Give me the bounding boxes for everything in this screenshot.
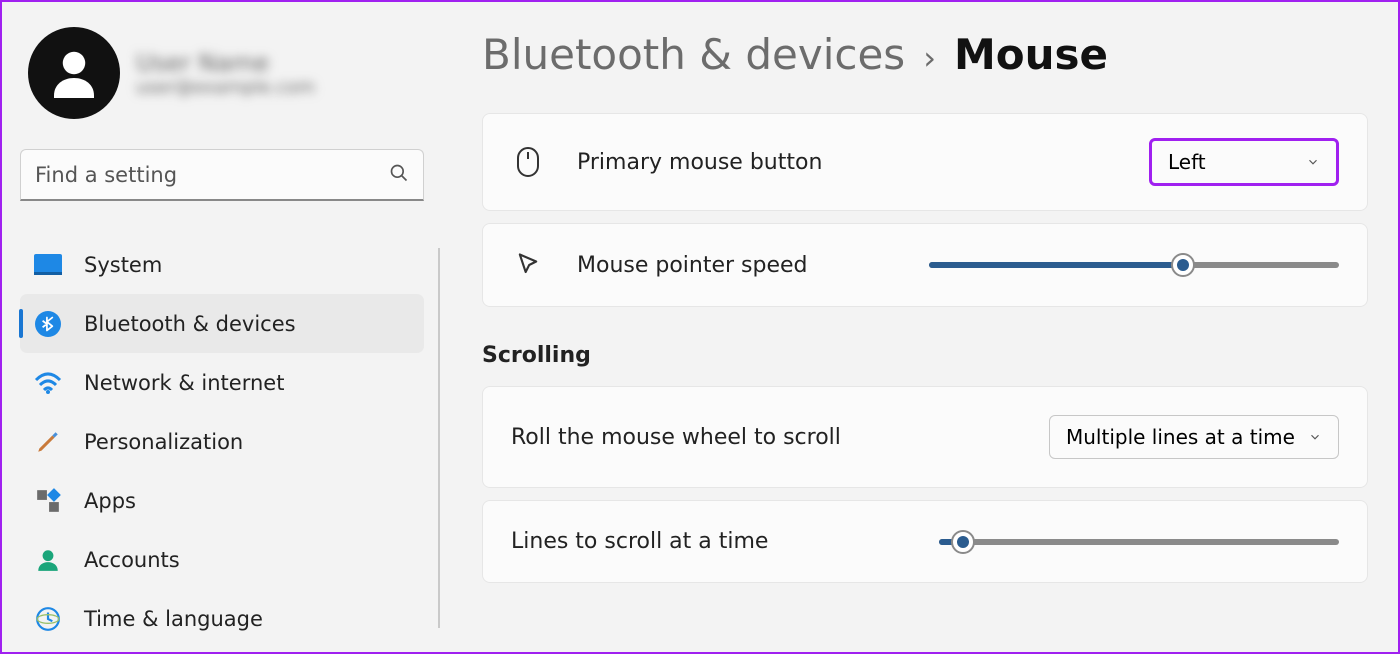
system-icon xyxy=(34,251,62,279)
breadcrumb-parent[interactable]: Bluetooth & devices xyxy=(482,30,905,79)
setting-label: Roll the mouse wheel to scroll xyxy=(511,425,1049,450)
search-icon xyxy=(389,163,409,187)
setting-pointer-speed: Mouse pointer speed xyxy=(482,223,1368,307)
sidebar-item-label: Bluetooth & devices xyxy=(84,312,296,336)
chevron-down-icon xyxy=(1306,150,1320,174)
setting-label: Lines to scroll at a time xyxy=(511,529,939,554)
sidebar-item-personalization[interactable]: Personalization xyxy=(20,412,424,471)
page-title: Mouse xyxy=(954,30,1108,79)
sidebar-divider xyxy=(438,248,440,628)
sidebar-item-label: Time & language xyxy=(84,607,263,631)
apps-icon xyxy=(34,487,62,515)
primary-button-dropdown[interactable]: Left xyxy=(1149,138,1339,186)
chevron-right-icon: › xyxy=(923,39,936,77)
setting-label: Mouse pointer speed xyxy=(577,253,929,278)
mouse-icon xyxy=(511,145,545,179)
sidebar: User Name user@example.com System Blueto… xyxy=(2,2,442,652)
dropdown-value: Left xyxy=(1168,150,1206,174)
main-content: Bluetooth & devices › Mouse Primary mous… xyxy=(442,2,1398,652)
sidebar-item-label: System xyxy=(84,253,162,277)
time-icon xyxy=(34,605,62,633)
pointer-speed-slider[interactable] xyxy=(929,254,1339,276)
sidebar-item-label: Network & internet xyxy=(84,371,284,395)
sidebar-item-label: Accounts xyxy=(84,548,180,572)
sidebar-nav: System Bluetooth & devices Network & int… xyxy=(20,235,424,648)
wheel-scroll-dropdown[interactable]: Multiple lines at a time xyxy=(1049,415,1339,459)
sidebar-item-apps[interactable]: Apps xyxy=(20,471,424,530)
cursor-icon xyxy=(511,248,545,282)
setting-lines-scroll: Lines to scroll at a time xyxy=(482,500,1368,583)
accounts-icon xyxy=(34,546,62,574)
personalization-icon xyxy=(34,428,62,456)
dropdown-value: Multiple lines at a time xyxy=(1066,425,1295,449)
section-scrolling: Scrolling xyxy=(482,343,1368,368)
avatar xyxy=(28,27,120,119)
chevron-down-icon xyxy=(1308,425,1322,449)
sidebar-item-bluetooth-devices[interactable]: Bluetooth & devices xyxy=(20,294,424,353)
profile-text: User Name user@example.com xyxy=(136,49,315,98)
sidebar-item-time-language[interactable]: Time & language xyxy=(20,589,424,648)
search-box[interactable] xyxy=(20,149,424,201)
setting-label: Primary mouse button xyxy=(577,150,1149,175)
sidebar-item-system[interactable]: System xyxy=(20,235,424,294)
setting-wheel-scroll: Roll the mouse wheel to scroll Multiple … xyxy=(482,386,1368,488)
setting-primary-mouse-button: Primary mouse button Left xyxy=(482,113,1368,211)
profile-block[interactable]: User Name user@example.com xyxy=(20,27,424,139)
network-icon xyxy=(34,369,62,397)
sidebar-item-label: Apps xyxy=(84,489,136,513)
lines-scroll-slider[interactable] xyxy=(939,531,1339,553)
sidebar-item-label: Personalization xyxy=(84,430,243,454)
search-input[interactable] xyxy=(35,163,389,187)
sidebar-item-network[interactable]: Network & internet xyxy=(20,353,424,412)
sidebar-item-accounts[interactable]: Accounts xyxy=(20,530,424,589)
bluetooth-icon xyxy=(34,310,62,338)
breadcrumb: Bluetooth & devices › Mouse xyxy=(482,30,1368,79)
